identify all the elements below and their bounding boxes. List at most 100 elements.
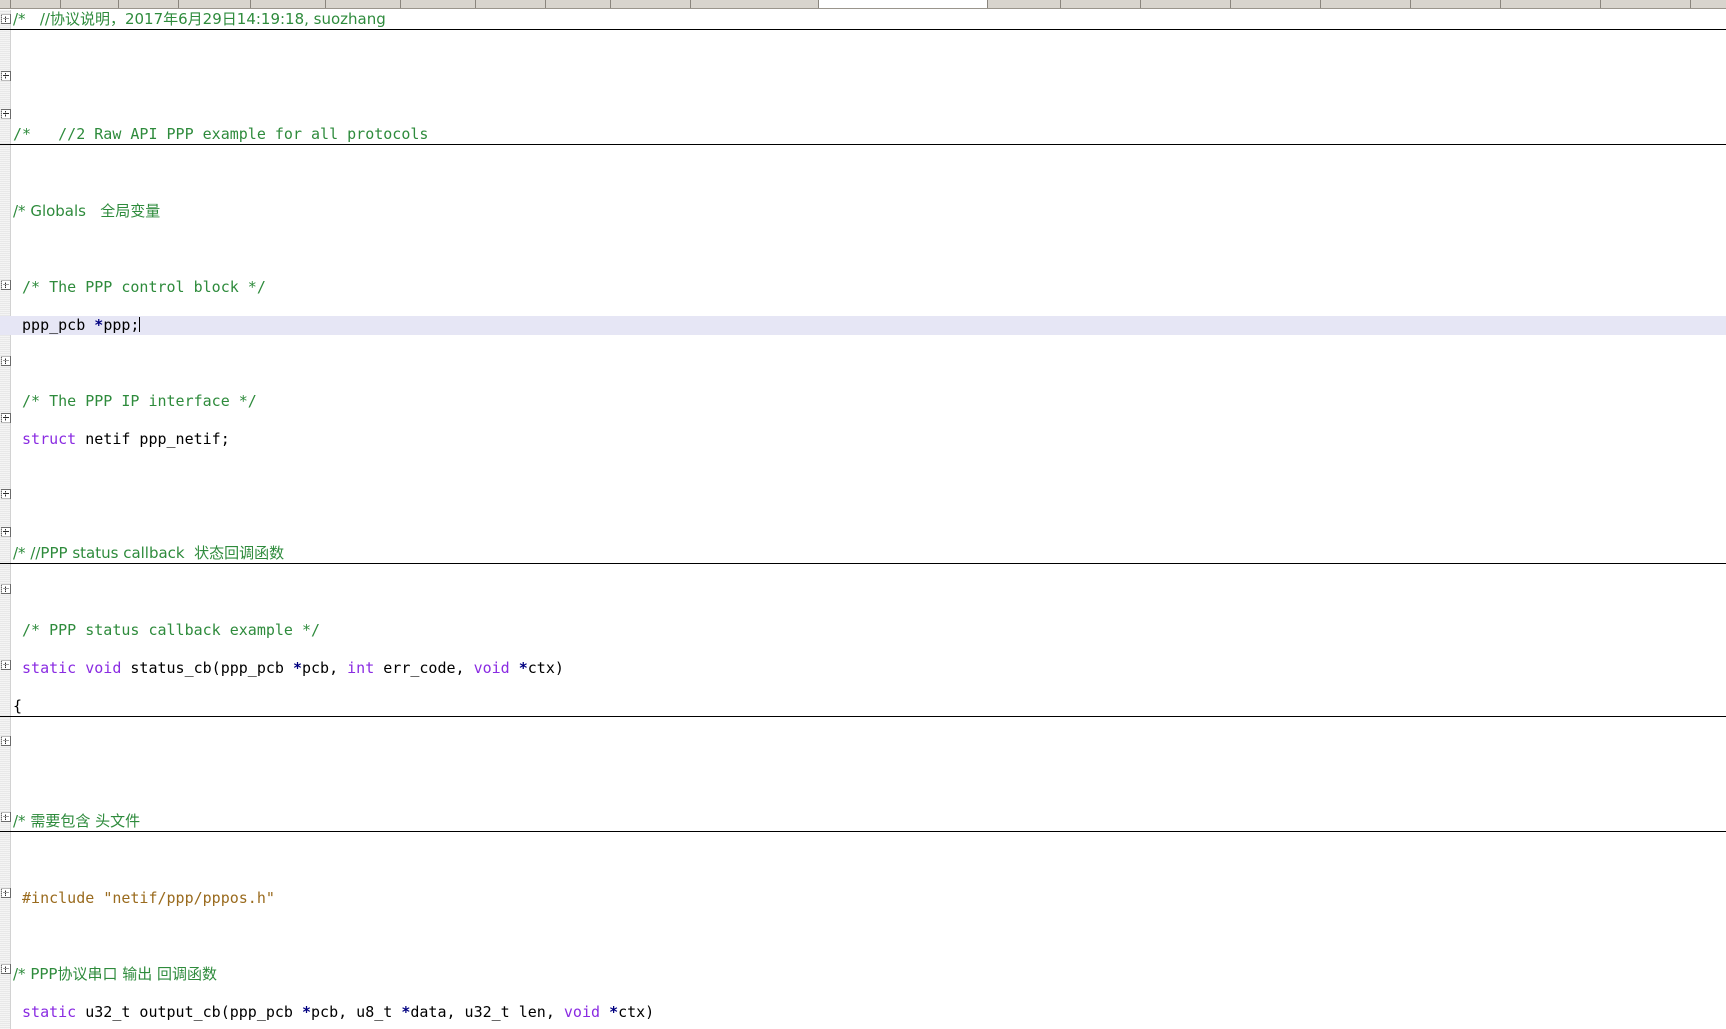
code-token: /* The PPP control block */ xyxy=(13,278,266,296)
code-line[interactable] xyxy=(0,736,1726,755)
code-token: void xyxy=(473,659,510,677)
toolbar-separator xyxy=(690,0,691,8)
toolbar-separator xyxy=(118,0,119,8)
code-line[interactable]: #include "netif/ppp/pppos.h" xyxy=(0,889,1726,908)
code-token: /* PPP协议串口 输出 回调函数 xyxy=(13,965,217,983)
code-line-text: struct netif ppp_netif; xyxy=(13,430,230,449)
code-token: void xyxy=(76,659,122,677)
code-line[interactable]: static void status_cb(ppp_pcb *pcb, int … xyxy=(0,659,1726,678)
code-token: static xyxy=(13,1003,77,1021)
code-line[interactable] xyxy=(0,774,1726,793)
code-line[interactable]: /* Globals 全局变量 xyxy=(0,202,1726,221)
code-line-text: /* //PPP status callback 状态回调函数 xyxy=(13,544,284,563)
code-line[interactable]: ppp_pcb *ppp; xyxy=(0,316,1726,335)
code-token: /* Globals 全局变量 xyxy=(13,202,161,220)
code-line[interactable]: static u32_t output_cb(ppp_pcb *pcb, u8_… xyxy=(0,1003,1726,1022)
code-line-text: /* Globals 全局变量 xyxy=(13,202,160,221)
toolbar-separator xyxy=(1140,0,1141,8)
code-token: static xyxy=(13,659,77,677)
code-token: /* 需要包含 头文件 xyxy=(13,812,141,830)
code-line-fold-header[interactable]: /* //PPP status callback 状态回调函数 xyxy=(0,544,1726,564)
code-line[interactable] xyxy=(0,87,1726,106)
toolbar-separator xyxy=(1500,0,1501,8)
toolbar-separator xyxy=(1690,0,1691,8)
toolbar-separator xyxy=(1060,0,1061,8)
code-line-fold-header[interactable]: /* 需要包含 头文件 xyxy=(0,812,1726,832)
toolbar-active-field[interactable] xyxy=(818,0,988,8)
toolbar-separator xyxy=(545,0,546,8)
code-token: pcb, xyxy=(302,659,348,677)
code-line-text: /* PPP status callback example */ xyxy=(13,621,320,640)
code-token: void xyxy=(563,1003,601,1021)
code-token: data, u32_t len, xyxy=(410,1003,564,1021)
code-token: err_code, xyxy=(374,659,474,677)
code-token: pcb, u8_t xyxy=(311,1003,402,1021)
code-line-text: /* //协议说明，2017年6月29日14:19:18, suozhang xyxy=(13,10,386,29)
code-line-text: /* The PPP control block */ xyxy=(13,278,266,297)
code-line-fold-header[interactable]: { xyxy=(0,697,1726,717)
toolbar-separator xyxy=(178,0,179,8)
code-line-fold-header[interactable]: /* //协议说明，2017年6月29日14:19:18, suozhang xyxy=(0,10,1726,30)
toolbar-separator xyxy=(1320,0,1321,8)
code-line[interactable]: /* The PPP IP interface */ xyxy=(0,392,1726,411)
code-token: * xyxy=(518,659,528,677)
code-line-text: /* The PPP IP interface */ xyxy=(13,392,257,411)
code-token: int xyxy=(347,659,375,677)
code-token: status_cb(ppp_pcb xyxy=(121,659,293,677)
code-token: struct xyxy=(13,430,77,448)
code-line[interactable] xyxy=(0,468,1726,487)
code-token: /* The PPP IP interface */ xyxy=(13,392,257,410)
toolbar-separator xyxy=(475,0,476,8)
code-line-text: /* //2 Raw API PPP example for all proto… xyxy=(13,125,428,144)
code-line[interactable] xyxy=(0,851,1726,870)
code-token: netif ppp_netif; xyxy=(76,430,230,448)
code-line-text: #include "netif/ppp/pppos.h" xyxy=(13,889,275,908)
code-line-text: /* 需要包含 头文件 xyxy=(13,812,140,831)
code-token: /* //PPP status callback 状态回调函数 xyxy=(13,544,285,562)
code-token: * xyxy=(94,316,104,334)
toolbar-separator xyxy=(60,0,61,8)
toolbar-separator xyxy=(10,0,11,8)
toolbar-strip[interactable] xyxy=(0,0,1726,9)
toolbar-separator xyxy=(1230,0,1231,8)
code-line-fold-header[interactable]: /* //2 Raw API PPP example for all proto… xyxy=(0,125,1726,145)
code-line[interactable] xyxy=(0,164,1726,183)
code-token: * xyxy=(302,1003,312,1021)
code-token: { xyxy=(13,697,23,715)
code-line[interactable] xyxy=(0,240,1726,259)
code-token: "netif/ppp/pppos.h" xyxy=(103,889,275,907)
code-token: ppp_pcb xyxy=(13,316,95,334)
code-token: /* PPP status callback example */ xyxy=(13,621,321,639)
code-line[interactable] xyxy=(0,354,1726,373)
code-line[interactable] xyxy=(0,583,1726,602)
code-token: ppp; xyxy=(103,316,140,334)
code-line[interactable] xyxy=(0,927,1726,946)
code-line[interactable]: /* PPP status callback example */ xyxy=(0,621,1726,640)
toolbar-separator xyxy=(1410,0,1411,8)
toolbar-separator xyxy=(610,0,611,8)
code-editor-pane[interactable]: /* //协议说明，2017年6月29日14:19:18, suozhang /*… xyxy=(0,10,1726,1029)
code-token: ctx) xyxy=(618,1003,655,1021)
code-line-text: static u32_t output_cb(ppp_pcb *pcb, u8_… xyxy=(13,1003,654,1022)
code-line-text: { xyxy=(13,697,22,716)
toolbar-separator xyxy=(250,0,251,8)
code-line[interactable]: /* PPP协议串口 输出 回调函数 xyxy=(0,965,1726,984)
code-text-area[interactable]: /* //协议说明，2017年6月29日14:19:18, suozhang /*… xyxy=(0,10,1726,1029)
code-token: * xyxy=(609,1003,619,1021)
code-token: /* //协议说明，2017年6月29日14:19:18, suozhang xyxy=(13,10,386,28)
code-token: u32_t output_cb(ppp_pcb xyxy=(76,1003,302,1021)
code-line-text: ppp_pcb *ppp; xyxy=(13,316,141,335)
code-line-text: /* PPP协议串口 输出 回调函数 xyxy=(13,965,217,984)
code-line[interactable]: /* The PPP control block */ xyxy=(0,278,1726,297)
code-token: ctx) xyxy=(527,659,564,677)
code-line[interactable] xyxy=(0,49,1726,68)
text-caret xyxy=(139,317,141,332)
code-token: * xyxy=(292,659,302,677)
code-line[interactable] xyxy=(0,506,1726,525)
code-token: /* //2 Raw API PPP example for all proto… xyxy=(13,125,429,143)
code-line[interactable]: struct netif ppp_netif; xyxy=(0,430,1726,449)
code-line-text: static void status_cb(ppp_pcb *pcb, int … xyxy=(13,659,564,678)
